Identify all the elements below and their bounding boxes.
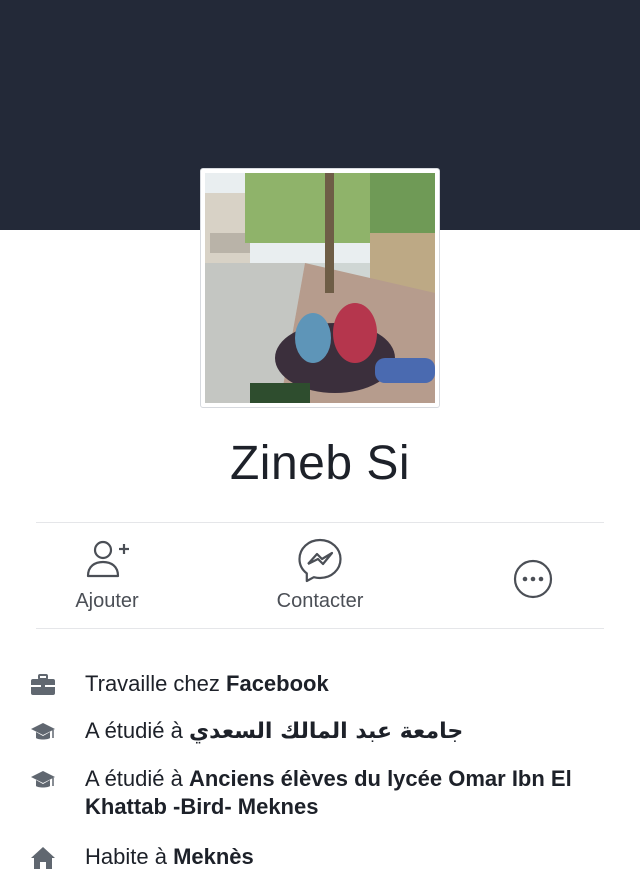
profile-photo-image (205, 173, 435, 403)
profile-name: Zineb Si (229, 437, 411, 490)
info-work-prefix: Travaille chez (85, 671, 227, 696)
graduation-cap-icon (31, 771, 55, 788)
info-education-1-value[interactable]: جامعة عبد المالك السعدي (189, 719, 463, 744)
add-friend-label: Ajouter (75, 590, 139, 612)
info-work-value[interactable]: Facebook (226, 671, 329, 696)
message-button[interactable]: Contacter (240, 536, 400, 613)
briefcase-icon (31, 674, 55, 695)
divider-bottom (36, 628, 604, 629)
add-friend-icon (86, 540, 129, 578)
add-friend-button[interactable]: Ajouter (27, 536, 187, 613)
home-icon (31, 847, 55, 869)
graduation-cap-icon (31, 723, 55, 740)
info-location-prefix: Habite à (85, 844, 174, 869)
profile-picture[interactable] (200, 168, 440, 408)
message-label: Contacter (276, 590, 364, 612)
divider-top (36, 522, 604, 523)
info-education-2-prefix: A étudié à (85, 766, 189, 791)
messenger-icon (298, 538, 342, 583)
info-education-1-prefix: A étudié à (85, 718, 189, 743)
more-button[interactable] (453, 555, 613, 603)
more-icon (513, 559, 553, 599)
info-location-value[interactable]: Meknès (173, 844, 254, 869)
